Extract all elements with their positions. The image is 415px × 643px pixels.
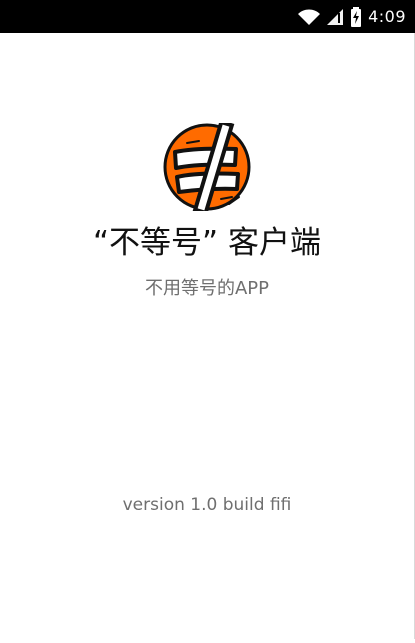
not-equal-logo-icon — [163, 123, 251, 211]
status-time: 4:09 — [368, 6, 406, 26]
status-icons: 4:09 — [298, 0, 406, 33]
splash-screen: “不等号” 客户端 不用等号的APP version 1.0 build fif… — [0, 33, 415, 639]
app-screen: 4:09 “不等号” 客户端 不用等号的APP version 1.0 buil… — [0, 0, 415, 643]
version-label: version 1.0 build fifi — [122, 495, 292, 515]
signal-icon — [326, 8, 344, 26]
app-title: “不等号” 客户端 — [93, 225, 321, 261]
battery-charging-icon — [350, 6, 362, 27]
wifi-icon — [298, 8, 321, 26]
status-bar: 4:09 — [0, 0, 415, 33]
app-subtitle: 不用等号的APP — [144, 278, 270, 299]
